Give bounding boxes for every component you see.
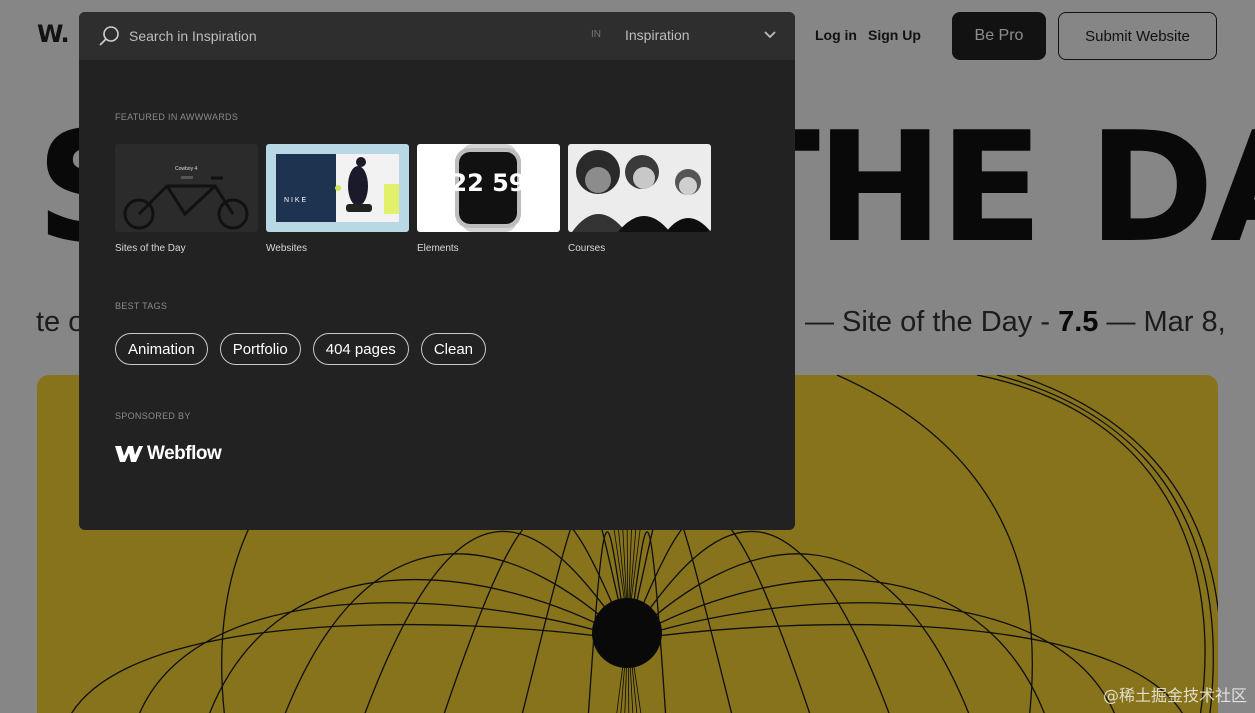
search-in-label: IN <box>591 29 601 40</box>
tag-clean[interactable]: Clean <box>420 333 487 365</box>
chevron-down-icon <box>764 31 776 39</box>
featured-item-label: Courses <box>568 243 606 254</box>
category-select[interactable]: Inspiration <box>615 12 795 60</box>
featured-thumbnail: Cowboy 4 <box>115 144 258 232</box>
watch-thumbnail-image: 22 59 <box>417 144 560 232</box>
tag-404-pages[interactable]: 404 pages <box>312 333 409 365</box>
courses-thumbnail-image <box>568 144 711 232</box>
featured-thumbnail <box>568 144 711 232</box>
search-dropdown-panel: IN Inspiration FEATURED IN AWWWARDS Cowb… <box>79 12 795 530</box>
search-input[interactable] <box>129 25 569 47</box>
featured-item-websites[interactable]: N I K E Websites <box>266 144 409 254</box>
thumb-caption: Cowboy 4 <box>175 166 197 172</box>
featured-section-label: FEATURED IN AWWWARDS <box>115 112 239 122</box>
featured-thumbnail: N I K E <box>266 144 409 232</box>
watch-time: 22 59 <box>450 169 525 197</box>
featured-item-courses[interactable]: Courses <box>568 144 711 254</box>
best-tags-label: BEST TAGS <box>115 301 168 311</box>
webflow-sponsor-link[interactable]: Webflow <box>115 443 222 465</box>
sponsor-name: Webflow <box>147 443 222 464</box>
watermark-text: @稀土掘金技术社区 <box>1102 686 1247 705</box>
featured-thumbnail: 22 59 <box>417 144 560 232</box>
nike-thumbnail-image: N I K E <box>266 144 409 232</box>
category-select-value: Inspiration <box>625 27 690 43</box>
featured-item-elements[interactable]: 22 59 Elements <box>417 144 560 254</box>
sponsored-by-label: SPONSORED BY <box>115 411 191 421</box>
featured-item-label: Websites <box>266 243 307 254</box>
featured-item-label: Elements <box>417 243 459 254</box>
webflow-logo-icon <box>115 446 143 462</box>
search-icon <box>99 26 119 46</box>
tag-portfolio[interactable]: Portfolio <box>219 333 301 365</box>
featured-item-sites-of-the-day[interactable]: Cowboy 4 Sites of the Day <box>115 144 258 254</box>
search-bar: IN Inspiration <box>79 12 795 60</box>
featured-item-label: Sites of the Day <box>115 243 186 254</box>
thumb-caption: N I K E <box>284 197 307 204</box>
bike-thumbnail-image: Cowboy 4 <box>115 144 258 232</box>
tag-list: Animation Portfolio 404 pages Clean <box>115 333 487 365</box>
tag-animation[interactable]: Animation <box>115 333 208 365</box>
